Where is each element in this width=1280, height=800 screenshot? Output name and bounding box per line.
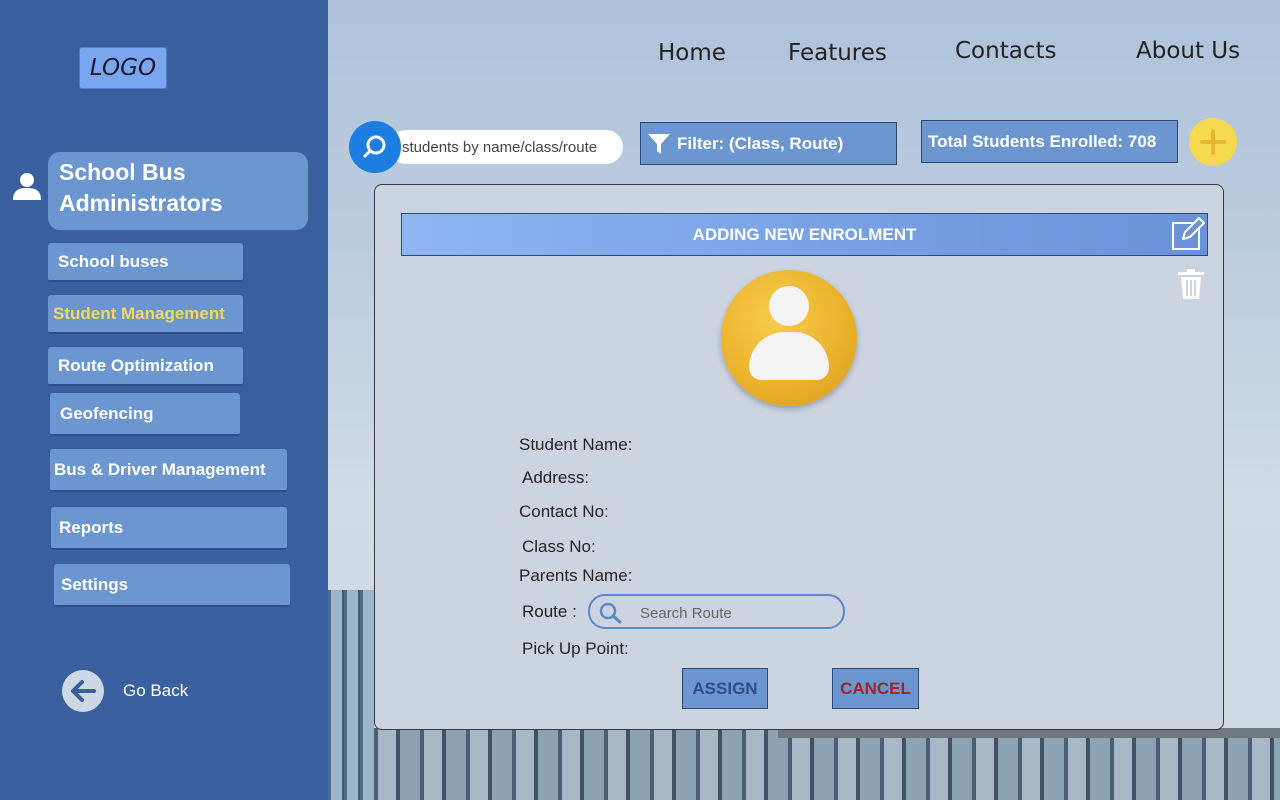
filter-button[interactable]: Filter: (Class, Route) <box>640 122 897 165</box>
contact-no-label: Contact No: <box>519 502 609 521</box>
address-label: Address: <box>522 468 590 487</box>
avatar-body <box>749 332 829 380</box>
sidebar-item-route-optimization[interactable]: Route Optimization <box>48 347 243 386</box>
sidebar-item-geofencing[interactable]: Geofencing <box>50 393 240 436</box>
route-search-field <box>588 594 845 629</box>
arrow-left-icon <box>62 670 104 712</box>
cancel-button[interactable]: CANCEL <box>832 668 919 709</box>
sidebar-item-student-management[interactable]: Student Management <box>48 295 243 334</box>
filter-label: Filter: (Class, Route) <box>677 133 844 153</box>
parents-name-label: Parents Name: <box>519 566 633 585</box>
nav-about-us[interactable]: About Us <box>1136 38 1240 64</box>
logo[interactable]: LOGO <box>79 47 167 89</box>
sidebar-item-reports[interactable]: Reports <box>51 507 287 550</box>
user-icon <box>13 173 41 200</box>
total-students-badge: Total Students Enrolled: 708 <box>921 120 1178 163</box>
sidebar-item-settings[interactable]: Settings <box>54 564 290 607</box>
avatar-head <box>769 286 809 326</box>
add-button[interactable] <box>1189 118 1237 166</box>
sidebar-item-bus-driver-management[interactable]: Bus & Driver Management <box>50 449 287 492</box>
search-icon[interactable] <box>349 121 401 173</box>
sidebar: LOGO School Bus Administrators School bu… <box>0 0 328 800</box>
panel-title: ADDING NEW ENROLMENT <box>401 213 1208 256</box>
assign-button[interactable]: ASSIGN <box>682 668 768 709</box>
pickup-point-label: Pick Up Point: <box>522 639 629 658</box>
go-back-button[interactable]: Go Back <box>62 670 188 712</box>
go-back-label: Go Back <box>123 681 189 700</box>
building-image <box>374 728 1280 800</box>
nav-home[interactable]: Home <box>658 40 726 66</box>
user-avatar-icon <box>721 270 857 406</box>
building-image <box>328 590 374 800</box>
plus-icon <box>1200 129 1226 155</box>
nav-features[interactable]: Features <box>788 40 887 66</box>
trash-icon[interactable] <box>1177 268 1205 300</box>
sidebar-item-school-buses[interactable]: School buses <box>48 243 243 282</box>
admin-title: School Bus Administrators <box>48 152 308 230</box>
student-name-label: Student Name: <box>519 435 633 454</box>
search-input[interactable] <box>389 130 623 164</box>
nav-contacts[interactable]: Contacts <box>955 38 1056 64</box>
route-search-input[interactable] <box>638 600 842 626</box>
class-no-label: Class No: <box>522 537 596 556</box>
enrolment-panel <box>374 184 1224 730</box>
route-label: Route : <box>522 602 577 621</box>
search-icon <box>599 602 622 624</box>
funnel-icon <box>648 133 670 154</box>
edit-icon[interactable] <box>1171 217 1205 251</box>
total-students-label: Total Students Enrolled: 708 <box>928 131 1157 151</box>
